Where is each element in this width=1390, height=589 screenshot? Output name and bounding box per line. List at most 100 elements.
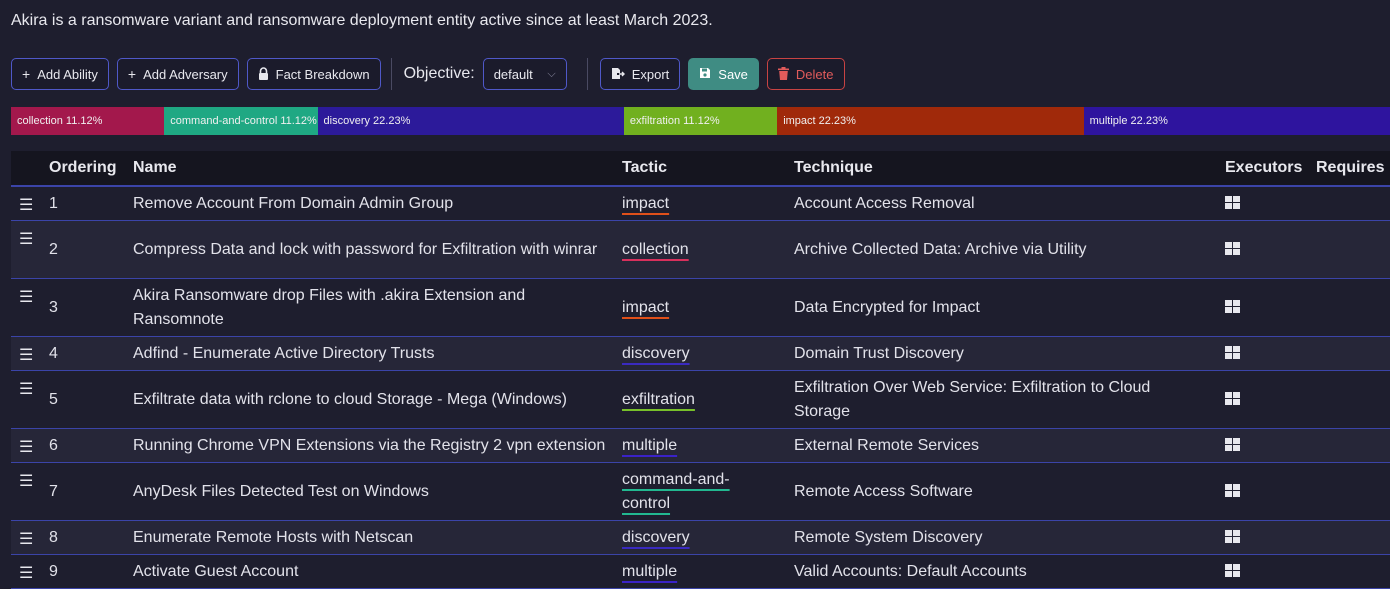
drag-handle-icon[interactable]: ☰	[19, 471, 33, 491]
add-adversary-button[interactable]: + Add Adversary	[116, 58, 239, 90]
fact-breakdown-label: Fact Breakdown	[275, 66, 370, 82]
fact-breakdown-button[interactable]: Fact Breakdown	[246, 58, 381, 90]
chevron-down-icon: ⌵	[547, 67, 556, 80]
table-row[interactable]: ☰ 6 Running Chrome VPN Extensions via the …	[11, 429, 1390, 463]
table-row[interactable]: ☰ 2 Compress Data and lock with password f…	[11, 221, 1390, 279]
export-button[interactable]: Export	[599, 58, 681, 90]
ability-name[interactable]: Activate Guest Account	[133, 555, 608, 588]
drag-handle-icon[interactable]: ☰	[19, 229, 33, 249]
save-label: Save	[718, 66, 748, 82]
tactic-label: discovery	[622, 528, 690, 546]
tactic-segment[interactable]: command-and-control 11.12%	[164, 107, 318, 135]
table-row[interactable]: ☰ 8 Enumerate Remote Hosts with Netscan dis…	[11, 521, 1390, 555]
ordering-cell: 7	[49, 482, 58, 500]
tactic-cell: multiple	[622, 429, 752, 462]
trash-icon	[777, 66, 789, 82]
table-row[interactable]: ☰ 3 Akira Ransomware drop Files with .akir…	[11, 279, 1390, 337]
objective-label: Objective:	[403, 65, 475, 82]
technique-cell: Exfiltration Over Web Service: Exfiltrat…	[794, 378, 1151, 420]
table-header: Ordering Name Tactic Technique Executors…	[11, 151, 1390, 187]
tactic-label: command-and-control	[622, 470, 730, 512]
drag-handle-icon[interactable]: ☰	[19, 563, 33, 583]
tactic-cell: discovery	[622, 521, 752, 554]
tactic-cell: multiple	[622, 555, 752, 588]
drag-handle-icon[interactable]: ☰	[19, 287, 33, 307]
windows-icon	[1225, 564, 1240, 577]
table-row[interactable]: ☰ 1 Remove Account From Domain Admin Group…	[11, 187, 1390, 221]
header-technique[interactable]: Technique	[794, 159, 873, 177]
table-row[interactable]: ☰ 9 Activate Guest Account multiple Valid Ac…	[11, 555, 1390, 589]
adversary-description: Akira is a ransomware variant and ransom…	[11, 12, 713, 29]
table-row[interactable]: ☰ 7 AnyDesk Files Detected Test on Windows…	[11, 463, 1390, 521]
delete-label: Delete	[795, 66, 834, 82]
table-row[interactable]: ☰ 4 Adfind - Enumerate Active Directory Tr…	[11, 337, 1390, 371]
toolbar-divider	[586, 58, 588, 90]
technique-cell: Domain Trust Discovery	[794, 344, 964, 362]
technique-cell: Remote System Discovery	[794, 528, 983, 546]
drag-handle-icon[interactable]: ☰	[19, 195, 33, 215]
tactic-label: discovery	[622, 344, 690, 362]
ability-name[interactable]: Compress Data and lock with password for…	[133, 221, 608, 278]
table-body: ☰ 1 Remove Account From Domain Admin Group…	[11, 187, 1390, 589]
ordering-cell: 4	[49, 344, 58, 362]
tactic-segment[interactable]: multiple 22.23%	[1083, 107, 1390, 135]
header-executors[interactable]: Executors	[1225, 159, 1302, 177]
ability-name[interactable]: Remove Account From Domain Admin Group	[133, 187, 608, 220]
tactic-cell: exfiltration	[622, 371, 752, 428]
header-name[interactable]: Name	[133, 159, 177, 177]
ordering-cell: 3	[49, 298, 58, 316]
toolbar: + Add Ability + Add Adversary Fact Break…	[11, 58, 853, 90]
delete-button[interactable]: Delete	[766, 58, 845, 90]
ability-name[interactable]: Exfiltrate data with rclone to cloud Sto…	[133, 371, 608, 428]
tactic-label: exfiltration	[622, 390, 695, 408]
floppy-disk-icon	[699, 67, 711, 81]
drag-handle-icon[interactable]: ☰	[19, 379, 33, 399]
ordering-cell: 2	[49, 240, 58, 258]
ability-name[interactable]: AnyDesk Files Detected Test on Windows	[133, 463, 608, 520]
technique-cell: Archive Collected Data: Archive via Util…	[794, 240, 1087, 258]
tactic-segment[interactable]: impact 22.23%	[777, 107, 1084, 135]
ability-name[interactable]: Running Chrome VPN Extensions via the Re…	[133, 429, 608, 462]
executors-cell	[1225, 429, 1285, 462]
save-button[interactable]: Save	[688, 58, 759, 90]
technique-cell: Valid Accounts: Default Accounts	[794, 562, 1027, 580]
table-row[interactable]: ☰ 5 Exfiltrate data with rclone to cloud S…	[11, 371, 1390, 429]
add-adversary-label: Add Adversary	[143, 66, 228, 82]
tactic-distribution-bar: collection 11.12% command-and-control 11.…	[11, 107, 1390, 135]
header-requires[interactable]: Requires	[1316, 159, 1384, 177]
windows-icon	[1225, 484, 1240, 497]
windows-icon	[1225, 196, 1240, 209]
drag-handle-icon[interactable]: ☰	[19, 529, 33, 549]
add-ability-label: Add Ability	[37, 66, 98, 82]
header-ordering[interactable]: Ordering	[49, 159, 117, 177]
plus-icon: +	[127, 66, 137, 82]
ordering-cell: 1	[49, 194, 58, 212]
drag-handle-icon[interactable]: ☰	[19, 437, 33, 457]
add-ability-button[interactable]: + Add Ability	[11, 58, 109, 90]
objective-select[interactable]: default ⌵	[482, 58, 567, 90]
export-label: Export	[631, 66, 670, 82]
ordering-cell: 6	[49, 436, 58, 454]
lock-icon	[258, 66, 269, 82]
ability-name[interactable]: Adfind - Enumerate Active Directory Trus…	[133, 337, 608, 370]
tactic-label: impact	[622, 194, 670, 212]
ability-name[interactable]: Akira Ransomware drop Files with .akira …	[133, 279, 608, 336]
tactic-label: collection	[622, 240, 689, 258]
ability-name[interactable]: Enumerate Remote Hosts with Netscan	[133, 521, 608, 554]
drag-handle-icon[interactable]: ☰	[19, 345, 33, 365]
tactic-cell: discovery	[622, 337, 752, 370]
tactic-segment[interactable]: discovery 22.23%	[317, 107, 624, 135]
header-tactic[interactable]: Tactic	[622, 159, 667, 177]
windows-icon	[1225, 346, 1240, 359]
windows-icon	[1225, 242, 1240, 255]
abilities-table: Ordering Name Tactic Technique Executors…	[11, 151, 1390, 589]
ordering-cell: 8	[49, 528, 58, 546]
technique-cell: External Remote Services	[794, 436, 979, 454]
executors-cell	[1225, 187, 1285, 220]
tactic-segment[interactable]: exfiltration 11.12%	[623, 107, 778, 135]
executors-cell	[1225, 279, 1285, 336]
windows-icon	[1225, 392, 1240, 405]
tactic-segment[interactable]: collection 11.12%	[11, 107, 165, 135]
windows-icon	[1225, 300, 1240, 313]
tactic-cell: impact	[622, 187, 752, 220]
